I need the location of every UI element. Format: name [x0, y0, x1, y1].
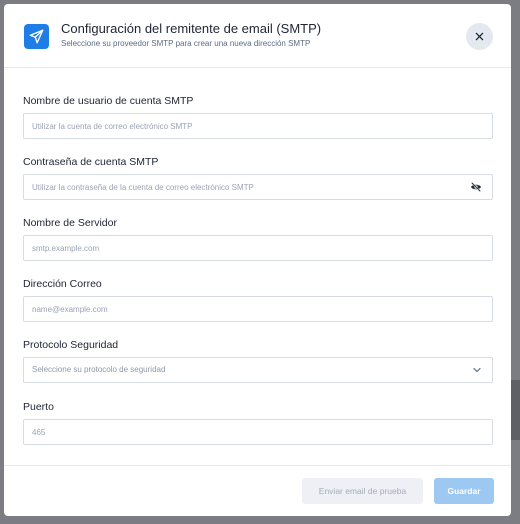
save-button[interactable]: Guardar [434, 478, 494, 504]
password-label: Contraseña de cuenta SMTP [23, 156, 159, 168]
email-label: Dirección Correo [23, 278, 102, 290]
protocol-group: Protocolo Seguridad Seleccione su protoc… [23, 338, 493, 383]
password-group: Contraseña de cuenta SMTP [23, 155, 493, 200]
password-field-box [23, 174, 493, 200]
protocol-label: Protocolo Seguridad [23, 339, 119, 351]
paper-plane-icon [24, 24, 49, 49]
server-group: Nombre de Servidor [23, 216, 493, 261]
server-field-box [23, 235, 493, 261]
chevron-down-icon [473, 367, 481, 373]
server-label: Nombre de Servidor [23, 217, 117, 229]
port-input[interactable] [24, 420, 452, 444]
username-label: Nombre de usuario de cuenta SMTP [23, 95, 194, 107]
modal-subtitle: Seleccione su proveedor SMTP para crear … [61, 39, 311, 48]
send-test-email-button[interactable]: Enviar email de prueba [302, 478, 423, 504]
email-input[interactable] [24, 297, 452, 321]
password-input[interactable] [24, 175, 452, 199]
protocol-select[interactable]: Seleccione su protocolo de seguridad [23, 357, 493, 383]
modal-title: Configuración del remitente de email (SM… [61, 21, 322, 36]
modal-footer: Enviar email de prueba Guardar [4, 465, 511, 516]
protocol-selected-value: Seleccione su protocolo de seguridad [32, 365, 166, 374]
port-label: Puerto [23, 401, 54, 413]
eye-slash-icon[interactable] [470, 181, 482, 193]
close-button[interactable] [466, 23, 493, 50]
smtp-config-modal: Configuración del remitente de email (SM… [4, 4, 511, 516]
username-input[interactable] [24, 114, 452, 138]
server-input[interactable] [24, 236, 452, 260]
email-field-box [23, 296, 493, 322]
email-group: Dirección Correo [23, 277, 493, 322]
username-field-box [23, 113, 493, 139]
port-field-box [23, 419, 493, 445]
username-group: Nombre de usuario de cuenta SMTP [23, 94, 493, 139]
port-group: Puerto [23, 400, 493, 445]
modal-header: Configuración del remitente de email (SM… [4, 4, 511, 68]
close-icon [475, 32, 484, 41]
